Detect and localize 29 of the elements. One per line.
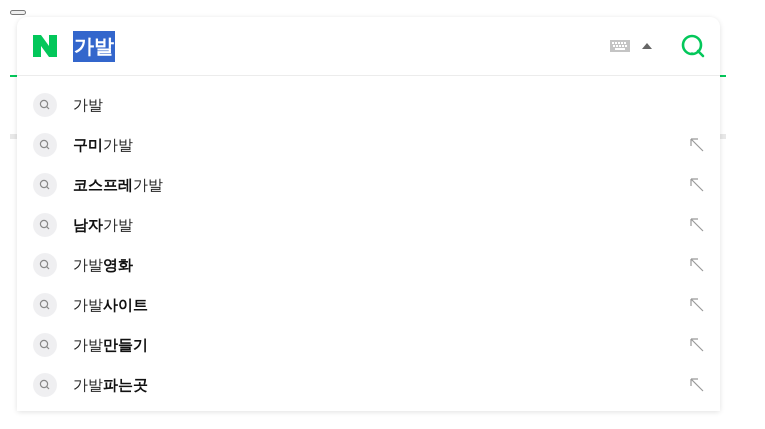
- caret-icon[interactable]: [642, 43, 652, 49]
- search-icon: [33, 253, 57, 277]
- arrow-icon[interactable]: [690, 378, 704, 392]
- arrow-icon[interactable]: [690, 138, 704, 152]
- suggestion-item[interactable]: 가발: [73, 96, 704, 114]
- search-field[interactable]: 가발: [73, 30, 115, 62]
- arrow-icon[interactable]: [690, 258, 704, 272]
- search-icon: [33, 293, 57, 317]
- small-button[interactable]: [10, 10, 26, 15]
- search-button[interactable]: [680, 33, 706, 59]
- suggestion-item[interactable]: 가발영화: [73, 256, 690, 274]
- keyboard-icon[interactable]: [610, 40, 630, 52]
- suggestion-item[interactable]: 가발만들기: [73, 336, 690, 354]
- arrow-icon[interactable]: [690, 218, 704, 232]
- suggestion-item[interactable]: 남자가발: [73, 216, 690, 234]
- arrow-icon[interactable]: [690, 338, 704, 352]
- arrow-icon[interactable]: [690, 178, 704, 192]
- search-icon: [33, 333, 57, 357]
- suggestion-item[interactable]: 구미가발: [73, 136, 690, 154]
- arrow-icon[interactable]: [690, 298, 704, 312]
- suggestion-item[interactable]: 가발파는곳: [73, 376, 690, 394]
- search-icon: [33, 213, 57, 237]
- search-icon: [33, 93, 57, 117]
- search-icon: [33, 373, 57, 397]
- search-icon: [33, 133, 57, 157]
- suggestion-item[interactable]: 코스프레가발: [73, 176, 690, 194]
- suggestion-item[interactable]: 가발사이트: [73, 296, 690, 314]
- search-icon: [33, 173, 57, 197]
- n-logo-icon[interactable]: [33, 35, 57, 57]
